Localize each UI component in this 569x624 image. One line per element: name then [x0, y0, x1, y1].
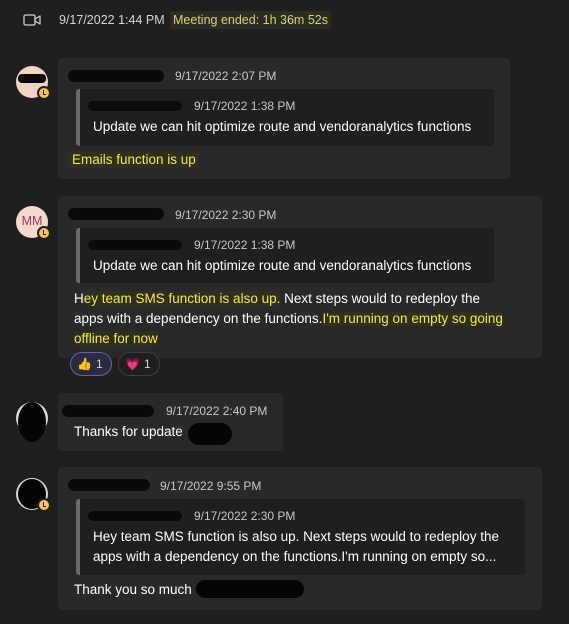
reaction-count: 1	[95, 357, 103, 371]
reaction-thumbs-up[interactable]: 👍 1	[70, 352, 112, 376]
highlighted-text: I'm running on empty so going	[322, 311, 503, 326]
message-timestamp: 9/17/2022 2:07 PM	[175, 69, 277, 83]
quoted-message[interactable]: 9/17/2022 1:38 PM Update we can hit opti…	[76, 89, 494, 146]
avatar[interactable]	[16, 402, 48, 442]
presence-away-icon	[37, 226, 51, 240]
message-bubble[interactable]: 9/17/2022 2:30 PM 9/17/2022 1:38 PM Upda…	[58, 196, 542, 358]
message-bubble[interactable]: 9/17/2022 2:07 PM 9/17/2022 1:38 PM Upda…	[58, 58, 510, 179]
reaction-count: 1	[143, 357, 151, 371]
quote-text: Update we can hit optimize route and ven…	[93, 258, 472, 273]
message-text: Thanks for update	[74, 424, 183, 439]
quote-text: Hey team SMS function is also up. Next s…	[93, 527, 499, 567]
redaction	[188, 423, 232, 445]
reaction-heart[interactable]: 💗 1	[118, 352, 160, 376]
sender-name	[62, 405, 154, 417]
video-camera-icon	[23, 14, 41, 26]
message-timestamp: 9/17/2022 2:30 PM	[175, 208, 277, 222]
quote-line: apps with a dependency on the functions.…	[93, 549, 497, 564]
quote-bar	[76, 228, 80, 283]
redaction	[196, 580, 304, 598]
highlighted-text: offline for now	[74, 331, 158, 346]
quote-timestamp: 9/17/2022 1:38 PM	[194, 238, 296, 252]
quote-author	[88, 240, 182, 250]
heart-icon: 💗	[125, 357, 140, 371]
quote-author	[88, 511, 182, 521]
meeting-ended-row: 9/17/2022 1:44 PM Meeting ended: 1h 36m …	[0, 8, 569, 32]
quote-line: Hey team SMS function is also up. Next s…	[93, 529, 499, 544]
quoted-message[interactable]: 9/17/2022 2:30 PM Hey team SMS function …	[76, 499, 525, 575]
presence-away-icon	[37, 86, 51, 100]
sender-name	[68, 70, 164, 82]
message-text: Hey team SMS function is also up. Next s…	[74, 289, 534, 349]
presence-away-icon	[37, 498, 51, 512]
meeting-time: 9/17/2022 1:44 PM	[59, 13, 165, 27]
sender-name	[68, 208, 164, 220]
sender-name	[68, 479, 150, 491]
meeting-duration: Meeting ended: 1h 36m 52s	[170, 11, 331, 29]
avatar-redaction	[18, 402, 46, 442]
quote-author	[88, 101, 182, 111]
text-fragment: H	[74, 291, 84, 306]
thumbs-up-icon: 👍	[77, 357, 92, 371]
avatar[interactable]	[16, 478, 51, 512]
quote-text: Update we can hit optimize route and ven…	[93, 119, 472, 134]
quoted-message[interactable]: 9/17/2022 1:38 PM Update we can hit opti…	[76, 228, 494, 283]
avatar[interactable]: MM	[16, 206, 51, 240]
quote-timestamp: 9/17/2022 2:30 PM	[194, 509, 296, 523]
quote-bar	[76, 89, 80, 146]
highlighted-text: ey team SMS function is also up.	[83, 291, 281, 306]
message-timestamp: 9/17/2022 9:55 PM	[160, 479, 262, 493]
highlighted-text: Emails function is up	[69, 151, 199, 168]
text-fragment: apps with a dependency on the functions.	[74, 311, 323, 326]
quote-timestamp: 9/17/2022 1:38 PM	[194, 99, 296, 113]
message-text: Thank you so much	[74, 582, 192, 597]
message-bubble[interactable]: 9/17/2022 2:40 PM Thanks for update	[58, 393, 283, 451]
message-bubble[interactable]: 9/17/2022 9:55 PM 9/17/2022 2:30 PM Hey …	[58, 467, 542, 610]
quote-bar	[76, 499, 80, 575]
avatar-redaction	[18, 74, 46, 83]
message-timestamp: 9/17/2022 2:40 PM	[166, 404, 268, 418]
text-fragment: Next steps would to redeploy the	[280, 291, 480, 306]
message-text: Emails function is up	[69, 150, 199, 170]
avatar[interactable]	[16, 66, 51, 100]
